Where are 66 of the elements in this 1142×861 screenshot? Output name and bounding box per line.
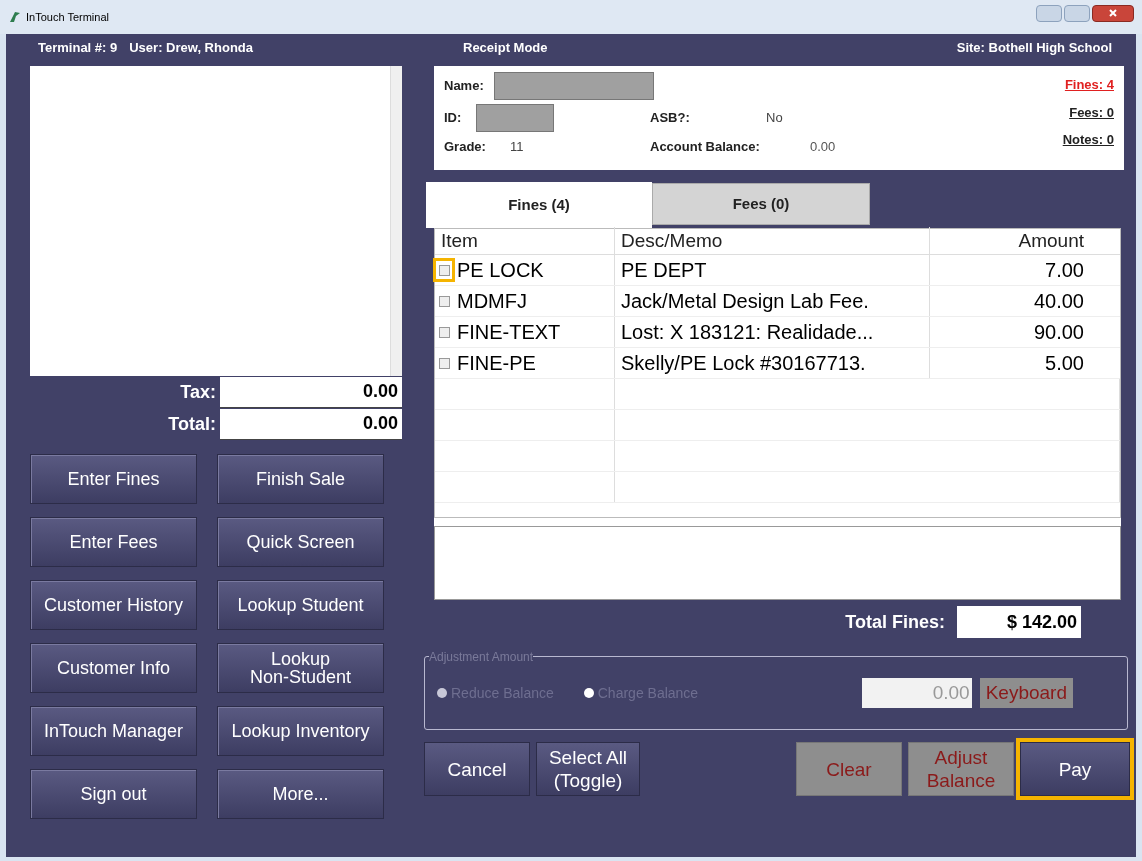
grade-label: Grade: [444, 138, 487, 157]
item-cell-text: PE LOCK [457, 258, 544, 283]
summary-link[interactable]: Notes: 0 [1062, 130, 1114, 150]
summary-link[interactable]: Fines: 4 [1064, 75, 1114, 95]
summary-link[interactable]: Fees: 0 [1069, 102, 1114, 122]
minimize-button[interactable] [1036, 4, 1062, 22]
desc-cell: Lost: X 183121: Realidade... [615, 317, 930, 347]
amount-cell-text: 40.00 [1032, 289, 1085, 314]
id-label: ID: [444, 109, 463, 128]
menu-button[interactable]: Quick Screen [217, 517, 384, 567]
name-label: Name: [444, 77, 484, 96]
checkbox[interactable] [438, 264, 450, 276]
menu-button[interactable]: Customer History [30, 580, 197, 630]
maximize-button[interactable] [1064, 4, 1090, 22]
menu-button[interactable]: Lookup Student [217, 580, 384, 630]
action-button[interactable]: Cancel [424, 742, 530, 796]
menu-button[interactable]: Enter Fees [30, 517, 197, 567]
balance-value: 0.00 [810, 138, 836, 157]
item-cell-text: MDMFJ [457, 289, 527, 314]
checkbox[interactable] [438, 357, 450, 369]
total-label: Tax: [179, 380, 217, 404]
column-header: Item [435, 227, 615, 256]
terminal-label: Terminal #: 9 [37, 39, 118, 58]
amount-cell-text: 5.00 [1044, 351, 1085, 376]
desc-cell: PE DEPT [615, 255, 930, 285]
column-header: Desc/Memo [615, 227, 930, 256]
site-label: Site: Bothell High School [956, 39, 1112, 58]
item-cell-text: FINE-TEXT [457, 320, 561, 345]
item-cell-text: FINE-PE [457, 351, 536, 376]
amount-cell-text: 90.00 [1032, 320, 1085, 345]
tab[interactable]: Fees (0) [652, 183, 870, 225]
total-value: 0.00 [220, 408, 402, 440]
menu-button[interactable]: Lookup Non-Student [217, 643, 384, 693]
total-fines-value: $ 142.00 [957, 606, 1081, 638]
amount-cell-text: 7.00 [1044, 258, 1085, 283]
grade-value: 11 [510, 138, 525, 157]
checkbox[interactable] [438, 295, 450, 307]
close-icon [1109, 9, 1117, 17]
balance-label: Account Balance: [650, 138, 761, 157]
tab[interactable]: Fines (4) [426, 182, 652, 228]
scrollbar[interactable] [390, 66, 402, 376]
menu-button[interactable]: Customer Info [30, 643, 197, 693]
menu-button[interactable]: Lookup Inventory [217, 706, 384, 756]
desc-cell: Skelly/PE Lock #30167713. [615, 348, 930, 378]
window-title: InTouch Terminal [26, 9, 109, 25]
menu-button[interactable]: More... [217, 769, 384, 819]
menu-button[interactable]: Sign out [30, 769, 197, 819]
radio-button[interactable] [583, 688, 594, 698]
desc-cell: Jack/Metal Design Lab Fee. [615, 286, 930, 316]
total-fines-label: Total Fines: [845, 610, 945, 634]
menu-button[interactable]: Enter Fines [30, 454, 197, 504]
checkbox[interactable] [438, 326, 450, 338]
radio-button[interactable] [437, 688, 447, 698]
menu-button[interactable]: Finish Sale [217, 454, 384, 504]
close-button[interactable] [1092, 4, 1134, 22]
menu-button[interactable]: InTouch Manager [30, 706, 197, 756]
column-header: Amount [1017, 229, 1085, 254]
asb-label: ASB?: [650, 109, 691, 128]
memo-area[interactable] [434, 526, 1121, 600]
user-label: User: Drew, Rhonda [129, 39, 253, 58]
total-label: Total: [167, 412, 217, 436]
action-button[interactable]: Select All (Toggle) [536, 742, 640, 796]
mode-label: Receipt Mode [463, 39, 548, 58]
asb-value: No [766, 109, 783, 128]
total-value: 0.00 [220, 376, 402, 408]
app-icon [8, 10, 22, 24]
